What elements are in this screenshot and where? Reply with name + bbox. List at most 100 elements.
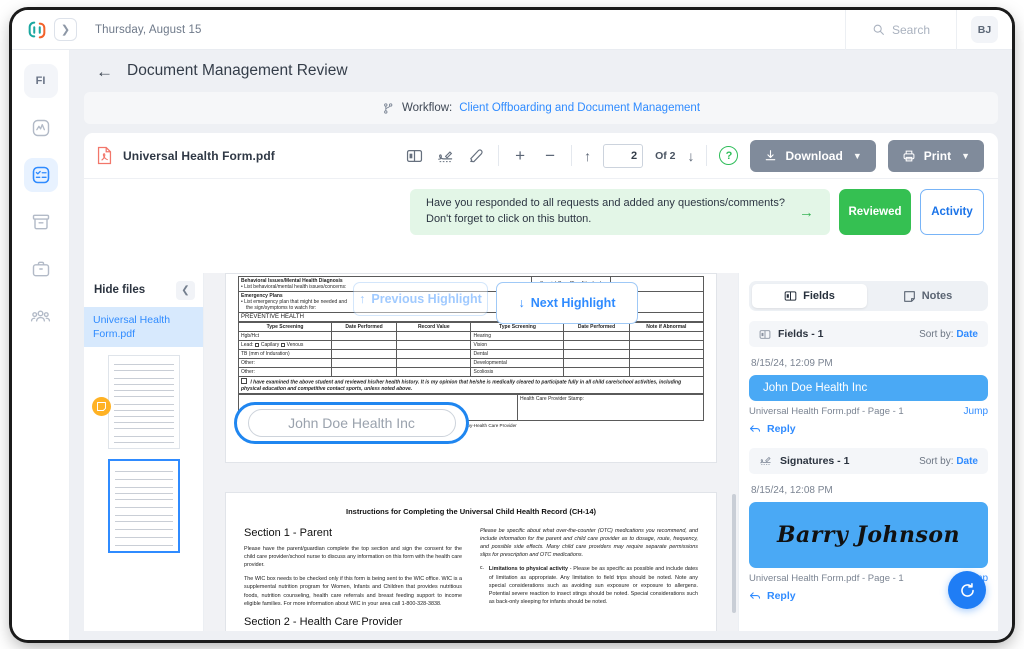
sidebar-item-archive[interactable] xyxy=(24,205,58,239)
thumbnail-page-1[interactable] xyxy=(107,355,180,450)
download-button[interactable]: Download ▼ xyxy=(750,139,876,172)
field-jump-link[interactable]: Jump xyxy=(964,406,988,417)
page-count-label: Of 2 xyxy=(655,149,676,162)
next-page-button[interactable]: ↓ xyxy=(687,148,694,164)
signatures-sort-control[interactable]: Sort by: Date xyxy=(919,456,978,467)
thumbnail-list xyxy=(84,347,203,554)
chevron-down-icon: ▼ xyxy=(961,150,970,161)
next-highlight-button[interactable]: ↓ Next Highlight xyxy=(496,282,638,324)
thumbnail-page-2[interactable] xyxy=(107,459,180,554)
list-marker: c. xyxy=(480,565,484,572)
sidebar-item-tasks[interactable] xyxy=(23,158,58,192)
table-row: TB (mm of Induration) Dental xyxy=(238,349,705,359)
fields-section-title: Fields - 1 xyxy=(778,328,824,340)
scrollbar-thumb[interactable] xyxy=(732,494,736,613)
back-arrow-icon[interactable]: ← xyxy=(96,63,113,80)
field-reply-label: Reply xyxy=(767,423,796,435)
page-scrollbar[interactable] xyxy=(732,277,736,627)
field-reply-button[interactable]: Reply xyxy=(749,423,988,435)
signature-tool-icon[interactable] xyxy=(436,146,455,165)
collapse-files-button[interactable]: ❮ xyxy=(176,280,195,300)
doc-row-label: the sign/symptoms to watch for: xyxy=(246,305,317,311)
doc-footer-right-2: Copy-Health Care Provider xyxy=(461,422,517,428)
sort-prefix: Sort by: xyxy=(919,328,954,340)
table-row: Hgb/Hct Hearing xyxy=(238,331,705,341)
forward-button[interactable]: ❯ xyxy=(54,18,77,41)
highlighted-field[interactable]: John Doe Health Inc xyxy=(234,402,469,444)
zoom-out-button[interactable]: − xyxy=(541,146,559,166)
sidebar-item-activity[interactable] xyxy=(24,111,58,145)
page-header: ← Document Management Review xyxy=(70,50,1012,92)
field-source: Universal Health Form.pdf - Page - 1 xyxy=(749,406,904,417)
search-icon xyxy=(873,24,884,35)
field-bubble[interactable]: John Doe Health Inc xyxy=(749,375,988,401)
signature-source: Universal Health Form.pdf - Page - 1 xyxy=(749,573,904,584)
sidebar-item-team[interactable] xyxy=(24,299,58,333)
previous-highlight-label: Previous Highlight xyxy=(371,292,482,306)
sidebar-item-briefcase[interactable] xyxy=(24,252,58,286)
section-2-heading: Section 2 - Health Care Provider xyxy=(244,615,403,628)
current-date: Thursday, August 15 xyxy=(95,23,202,36)
files-panel-header: Hide files ❮ xyxy=(84,273,203,307)
tab-fields[interactable]: Fields xyxy=(752,284,867,308)
files-panel: Hide files ❮ Universal Health Form.pdf xyxy=(84,273,204,631)
banner-line-1: Have you responded to all requests and a… xyxy=(426,197,785,210)
stamp-label: Health Care Provider Stamp: xyxy=(517,393,704,421)
prev-page-button[interactable]: ↑ xyxy=(584,148,591,164)
chevron-down-icon: ▼ xyxy=(852,150,862,161)
tab-notes[interactable]: Notes xyxy=(870,284,985,308)
app-window: ❯ Thursday, August 15 Search BJ FI ← Doc… xyxy=(12,10,1012,640)
file-list-item[interactable]: Universal Health Form.pdf xyxy=(84,307,203,348)
section-1-paragraph-2: The WIC box needs to be checked only if … xyxy=(244,576,462,607)
activity-button[interactable]: Activity xyxy=(920,189,984,235)
col-header: Type Screening xyxy=(238,322,332,332)
sort-prefix: Sort by: xyxy=(919,455,954,467)
hide-files-label[interactable]: Hide files xyxy=(94,284,145,296)
fields-tool-icon[interactable] xyxy=(405,146,424,165)
zoom-in-button[interactable]: + xyxy=(511,146,529,166)
printer-icon xyxy=(903,150,915,161)
divider xyxy=(571,145,573,166)
signature-bubble[interactable]: Barry Johnson xyxy=(749,502,988,568)
help-icon[interactable]: ? xyxy=(719,146,739,165)
page-number-input[interactable]: 2 xyxy=(603,143,644,168)
refresh-fab-button[interactable] xyxy=(948,571,986,609)
next-highlight-label: Next Highlight xyxy=(530,296,616,310)
cell: TB (mm of Induration) xyxy=(238,349,332,359)
highlighter-tool-icon[interactable] xyxy=(467,146,486,165)
top-bar-right: Search BJ xyxy=(844,10,1012,50)
cell: Other: xyxy=(238,367,332,377)
print-button[interactable]: Print ▼ xyxy=(887,139,984,172)
tab-fields-label: Fields xyxy=(803,290,835,302)
annotations-panel: Fields Notes Fields - 1 Sort by: Date 8/… xyxy=(738,273,998,631)
fields-sort-control[interactable]: Sort by: Date xyxy=(919,329,978,340)
workflow-bar: Workflow: Client Offboarding and Documen… xyxy=(84,92,998,124)
team-icon xyxy=(30,309,51,322)
instructions-right-column: Please be specific about what over-the-c… xyxy=(480,527,698,631)
previous-highlight-button[interactable]: ↑ Previous Highlight xyxy=(353,282,488,316)
document-card: Universal Health Form.pdf + − ↑ 2 Of 2 ↓… xyxy=(84,133,998,631)
table-row: Other: Scoliosis xyxy=(238,367,705,377)
viewer: Hide files ❮ Universal Health Form.pdf B… xyxy=(84,273,998,631)
brand-logo-icon xyxy=(28,21,46,38)
table-row: I have examined the above student and re… xyxy=(238,376,704,394)
toolbar-tools: + − ↑ 2 Of 2 ↓ ? Download ▼ Print ▼ xyxy=(405,139,984,172)
fields-tab-icon xyxy=(784,291,797,301)
search-input[interactable]: Search xyxy=(846,10,956,49)
signature-reply-label: Reply xyxy=(767,590,796,602)
reviewed-button[interactable]: Reviewed xyxy=(839,189,911,235)
field-meta-row: Universal Health Form.pdf - Page - 1 Jum… xyxy=(749,406,988,417)
reply-arrow-icon xyxy=(749,424,761,432)
page-area[interactable]: Behavioral Issues/Mental Health Diagnosi… xyxy=(204,273,738,631)
field-timestamp: 8/15/24, 12:09 PM xyxy=(751,358,833,369)
screening-table: Type Screening Date Performed Record Val… xyxy=(238,322,705,394)
avatar[interactable]: BJ xyxy=(971,16,998,43)
app-logo[interactable] xyxy=(20,19,54,41)
download-icon xyxy=(766,150,776,161)
arrow-up-icon: ↑ xyxy=(359,292,366,306)
document-toolbar: Universal Health Form.pdf + − ↑ 2 Of 2 ↓… xyxy=(84,133,998,179)
sidebar-item-fi[interactable]: FI xyxy=(23,64,58,98)
workflow-link[interactable]: Client Offboarding and Document Manageme… xyxy=(459,102,700,114)
instructions-left-column: Section 1 - Parent Please have the paren… xyxy=(244,527,462,631)
limitations-heading: Limitations to physical activity xyxy=(488,566,569,573)
